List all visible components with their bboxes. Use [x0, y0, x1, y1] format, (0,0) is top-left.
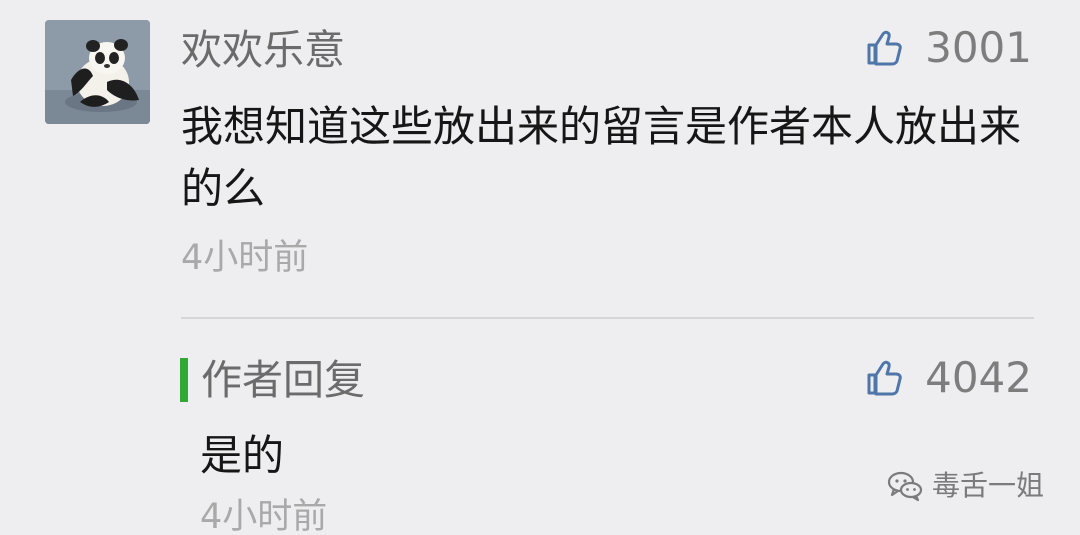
- watermark: 毒舌一姐: [886, 468, 1044, 504]
- reply-like-button[interactable]: 4042: [863, 352, 1032, 404]
- watermark-text: 毒舌一姐: [931, 469, 1044, 502]
- thumbs-up-icon[interactable]: [863, 358, 903, 398]
- comment-text: 我想知道这些放出来的留言是作者本人放出来的么: [181, 102, 1022, 213]
- reply-text: 是的: [200, 431, 285, 480]
- divider: [181, 317, 1034, 319]
- reply-timestamp: 4小时前: [200, 497, 328, 535]
- author-reply-label: 作者回复: [201, 356, 365, 404]
- comment-section: 欢欢乐意 3001 我想知道这些放出来的留言是作者本人放出来的么 4小时前 作者…: [0, 0, 1080, 535]
- author-reply-indicator: [180, 358, 188, 402]
- comment-like-count: 3001: [925, 23, 1032, 72]
- thumbs-up-icon[interactable]: [863, 28, 903, 68]
- panda-avatar-icon: [45, 20, 150, 124]
- reply-like-count: 4042: [925, 353, 1032, 402]
- comment-like-button[interactable]: 3001: [863, 22, 1032, 74]
- username[interactable]: 欢欢乐意: [181, 24, 345, 76]
- wechat-icon: [886, 470, 924, 502]
- user-avatar[interactable]: [45, 20, 150, 124]
- comment-timestamp: 4小时前: [181, 238, 309, 278]
